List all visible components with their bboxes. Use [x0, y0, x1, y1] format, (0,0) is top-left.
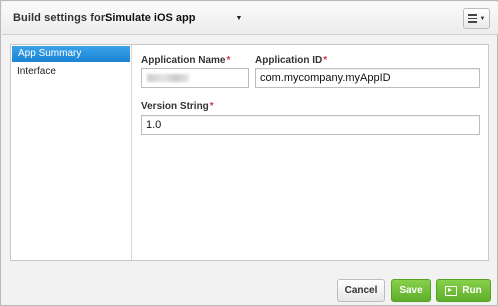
chevron-down-icon: ▼	[479, 15, 486, 22]
sidebar-item-interface[interactable]: Interface	[11, 64, 131, 80]
application-name-input[interactable]	[141, 68, 249, 88]
application-name-label: Application Name*	[141, 55, 231, 66]
settings-panel: App Summary Interface Application Name* …	[10, 44, 489, 261]
application-id-input[interactable]	[255, 68, 480, 88]
version-string-input[interactable]	[141, 115, 480, 135]
menu-icon	[467, 14, 477, 23]
version-string-label: Version String*	[141, 101, 214, 112]
build-config-select[interactable]: Simulate iOS app ▼	[105, 12, 242, 24]
sidebar-item-app-summary[interactable]: App Summary	[12, 46, 130, 62]
build-settings-dialog: Build settings for: Simulate iOS app ▼ ▼…	[0, 0, 498, 306]
save-button[interactable]: Save	[391, 279, 431, 302]
settings-content: Application Name* Application ID* Versio…	[132, 45, 488, 260]
dialog-header: Build settings for: Simulate iOS app ▼ ▼	[2, 2, 498, 35]
build-settings-label: Build settings for:	[13, 12, 110, 24]
redacted-value	[147, 74, 189, 82]
chevron-down-icon: ▼	[235, 14, 243, 22]
run-button[interactable]: Run	[436, 279, 491, 302]
options-menu-button[interactable]: ▼	[463, 8, 490, 29]
build-config-value: Simulate iOS app	[105, 12, 196, 24]
run-icon	[445, 285, 458, 296]
cancel-button[interactable]: Cancel	[337, 279, 385, 302]
run-button-label: Run	[462, 285, 482, 296]
settings-sidebar: App Summary Interface	[11, 45, 132, 260]
application-id-label: Application ID*	[255, 55, 328, 66]
